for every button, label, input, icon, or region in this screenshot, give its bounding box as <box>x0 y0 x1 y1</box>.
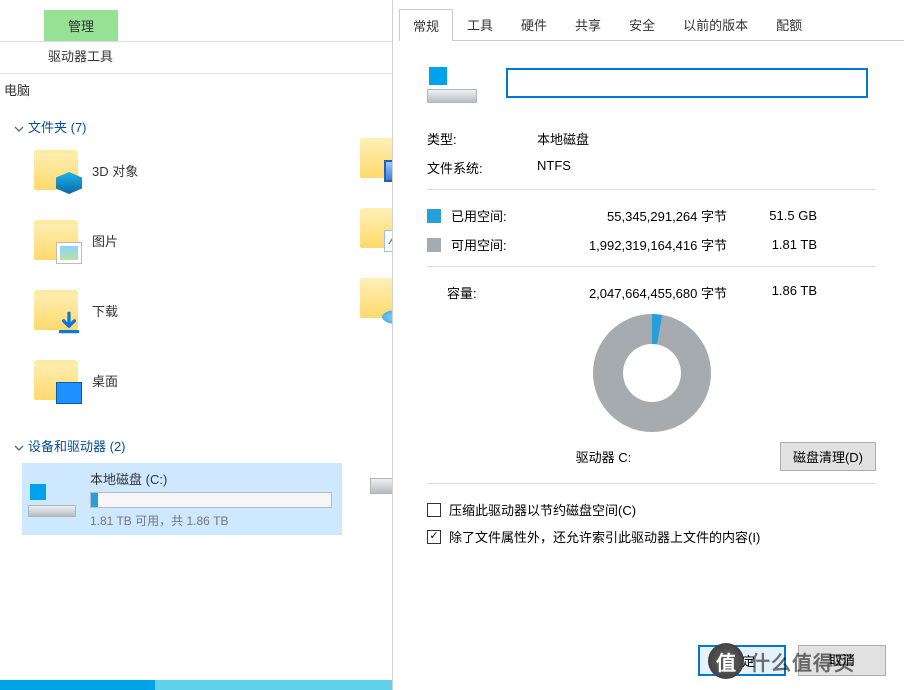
chevron-down-icon <box>14 441 24 451</box>
compress-checkbox[interactable] <box>427 503 441 517</box>
type-label: 类型: <box>427 129 537 148</box>
chevron-down-icon <box>14 122 24 132</box>
folder-icon <box>34 360 78 400</box>
folder-item-downloads[interactable]: 下载 <box>8 284 415 354</box>
windows-logo-icon <box>429 67 447 85</box>
ok-button[interactable]: 确定 <box>698 645 786 676</box>
used-short: 51.5 GB <box>727 208 817 223</box>
free-color-swatch <box>427 238 441 252</box>
drive-name: 本地磁盘 (C:) <box>90 469 332 488</box>
download-arrow-icon <box>56 312 82 334</box>
section-devices-header[interactable]: 设备和驱动器 (2) <box>8 424 415 463</box>
used-bytes: 55,345,291,264 字节 <box>539 206 727 225</box>
folder-label: 桌面 <box>92 371 118 390</box>
folder-item-pictures[interactable]: 图片 <box>8 214 415 284</box>
tab-sharing[interactable]: 共享 <box>561 8 615 40</box>
folder-icon <box>34 220 78 260</box>
tab-security[interactable]: 安全 <box>615 8 669 40</box>
ribbon-tab-manage[interactable]: 管理 <box>44 10 118 41</box>
desktop-icon <box>56 382 82 404</box>
tab-quota[interactable]: 配额 <box>762 8 816 40</box>
drive-item-c[interactable]: 本地磁盘 (C:) 1.81 TB 可用，共 1.86 TB <box>22 463 342 535</box>
ribbon: 管理 <box>0 0 415 42</box>
type-value: 本地磁盘 <box>537 129 589 148</box>
drive-label-input[interactable] <box>507 69 867 97</box>
folder-icon <box>34 290 78 330</box>
used-space-row: 已用空间: 55,345,291,264 字节 51.5 GB <box>427 206 876 225</box>
capacity-short: 1.86 TB <box>727 283 817 302</box>
drive-icon <box>427 63 477 103</box>
compress-checkbox-row[interactable]: 压缩此驱动器以节约磁盘空间(C) <box>427 500 876 519</box>
windows-logo-icon <box>30 484 46 500</box>
drive-free-text: 1.81 TB 可用，共 1.86 TB <box>90 512 332 529</box>
folder-label: 3D 对象 <box>92 161 138 180</box>
tab-tools[interactable]: 工具 <box>453 8 507 40</box>
section-folders-title: 文件夹 (7) <box>28 117 87 136</box>
capacity-label: 容量: <box>447 283 539 302</box>
section-folders-header[interactable]: 文件夹 (7) <box>8 105 415 144</box>
properties-tabs: 常规 工具 硬件 共享 安全 以前的版本 配额 <box>399 8 904 41</box>
index-checkbox-row[interactable]: ✓ 除了文件属性外，还允许索引此驱动器上文件的内容(I) <box>427 527 876 546</box>
drive-usage-bar <box>90 492 332 508</box>
index-checkbox[interactable]: ✓ <box>427 530 441 544</box>
ribbon-tab-drive-tools[interactable]: 驱动器工具 <box>30 45 131 68</box>
folder-icon <box>34 150 78 190</box>
folder-label: 图片 <box>92 231 118 250</box>
tab-general[interactable]: 常规 <box>399 9 453 41</box>
capacity-row: 容量: 2,047,664,455,680 字节 1.86 TB <box>447 283 876 302</box>
filesystem-value: NTFS <box>537 158 571 177</box>
folder-label: 下载 <box>92 301 118 320</box>
drive-properties-dialog: 常规 工具 硬件 共享 安全 以前的版本 配额 类型: 本地磁盘 文件系统: <box>392 0 910 690</box>
used-label: 已用空间: <box>451 206 539 225</box>
cancel-button[interactable]: 取消 <box>798 645 886 676</box>
used-color-swatch <box>427 209 441 223</box>
folder-item-desktop[interactable]: 桌面 <box>8 354 415 424</box>
free-short: 1.81 TB <box>727 237 817 252</box>
tab-hardware[interactable]: 硬件 <box>507 8 561 40</box>
free-space-row: 可用空间: 1,992,319,164,416 字节 1.81 TB <box>427 235 876 254</box>
index-label: 除了文件属性外，还允许索引此驱动器上文件的内容(I) <box>449 527 760 546</box>
disk-cleanup-button[interactable]: 磁盘清理(D) <box>780 442 876 471</box>
free-bytes: 1,992,319,164,416 字节 <box>539 235 727 254</box>
drive-caption: 驱动器 C: <box>427 447 780 466</box>
compress-label: 压缩此驱动器以节约磁盘空间(C) <box>449 500 636 519</box>
photo-icon <box>56 242 82 264</box>
drive-icon <box>28 481 76 517</box>
free-label: 可用空间: <box>451 235 539 254</box>
file-explorer-window: 管理 驱动器工具 电脑 文件夹 (7) 3D 对象 图片 下载 桌面 设备和驱动… <box>0 0 415 690</box>
tab-previous-versions[interactable]: 以前的版本 <box>669 8 762 40</box>
taskbar-progress <box>0 680 415 690</box>
filesystem-label: 文件系统: <box>427 158 537 177</box>
capacity-bytes: 2,047,664,455,680 字节 <box>539 283 727 302</box>
section-devices-title: 设备和驱动器 (2) <box>28 436 126 455</box>
usage-pie-chart <box>593 314 711 432</box>
location-label: 电脑 <box>0 74 415 105</box>
folder-item-3d-objects[interactable]: 3D 对象 <box>8 144 415 214</box>
